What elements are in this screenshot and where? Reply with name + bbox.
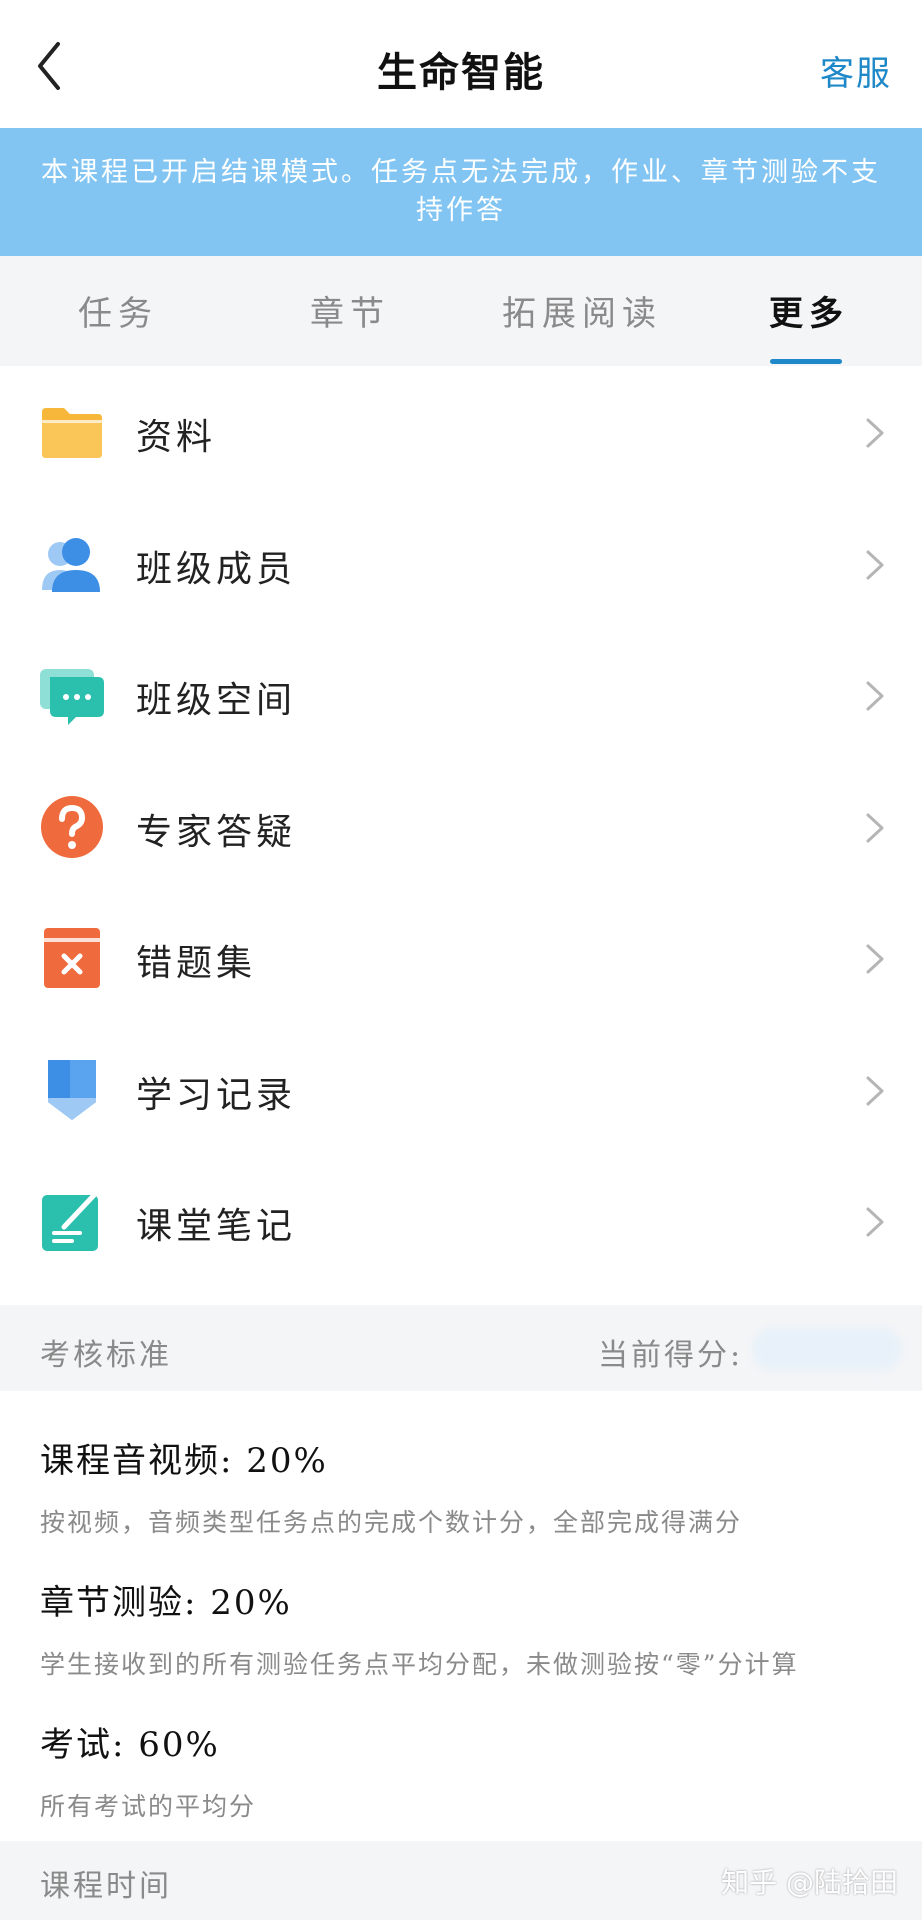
menu-item-label: 学习记录 [136,1074,297,1116]
menu-item-expert-qa[interactable]: 专家答疑 [0,760,922,892]
chevron-right-icon [866,944,884,974]
menu-item-label: 课堂笔记 [136,1206,297,1247]
active-tab-indicator [770,359,842,364]
more-menu-list: 资料 班级成员 班级空间 专家答疑 错题集 学习记录 课堂笔记 [0,366,922,1287]
chevron-right-icon [866,813,884,842]
folder-icon [42,408,102,458]
current-score-label: 当前得分: [598,1338,744,1373]
page-title: 生命智能 [377,49,545,96]
criterion-description: 按视频，音频类型任务点的完成个数计分，全部完成得满分 [40,1508,743,1537]
assessment-criteria: 课程音视频: 20% 按视频，音频类型任务点的完成个数计分，全部完成得满分 章节… [0,1391,922,1841]
chevron-right-icon [866,681,884,711]
tab-bar: 任务 章节 拓展阅读 更多 [0,256,922,366]
menu-item-label: 班级成员 [136,548,297,590]
criterion-description: 所有考试的平均分 [40,1792,257,1821]
menu-item-label: 资料 [136,417,217,458]
current-score-value-redacted [752,1327,902,1371]
tab-tasks[interactable]: 任务 [78,286,158,335]
wrong-book-icon [44,928,100,988]
menu-item-class-members[interactable]: 班级成员 [0,497,922,629]
note-icon [42,1190,99,1251]
criterion-title: 章节测验: 20% [40,1583,292,1623]
chevron-right-icon [866,1207,884,1237]
menu-item-label: 专家答疑 [136,811,297,853]
user-icon [42,537,100,592]
menu-item-label: 错题集 [136,943,257,984]
menu-item-class-space[interactable]: 班级空间 [0,629,922,761]
chevron-right-icon [866,1076,884,1105]
menu-item-wrong-questions[interactable]: 错题集 [0,892,922,1024]
question-icon [41,795,103,858]
criterion-title: 考试: 60% [40,1725,220,1765]
pencil-icon [48,1059,96,1120]
tab-more[interactable]: 更多 [769,286,849,335]
criterion-description: 学生接收到的所有测验任务点平均分配，未做测验按“零”分计算 [40,1650,799,1679]
menu-item-study-records[interactable]: 学习记录 [0,1023,922,1155]
menu-item-materials[interactable]: 资料 [0,366,922,498]
assessment-title: 考核标准 [40,1338,172,1373]
chevron-right-icon [866,418,884,448]
criterion-title: 课程音视频: 20% [40,1441,328,1481]
watermark: 知乎 @陆拾田 [721,1866,898,1899]
chat-icon [40,669,104,725]
course-closed-notice: 本课程已开启结课模式。任务点无法完成，作业、章节测验不支持作答 [0,128,922,256]
menu-item-label: 班级空间 [136,680,297,721]
tab-chapters[interactable]: 章节 [310,286,390,335]
customer-service-button[interactable]: 客服 [820,46,892,95]
top-bar: 生命智能 客服 [0,0,922,128]
assessment-header: 考核标准 当前得分: [0,1305,922,1391]
menu-item-class-notes[interactable]: 课堂笔记 [0,1155,922,1287]
course-time-label: 课程时间 [40,1869,172,1904]
chevron-right-icon [866,550,884,579]
tab-extended-reading[interactable]: 拓展阅读 [502,286,662,335]
course-time-header: 课程时间 知乎 @陆拾田 [0,1841,922,1920]
